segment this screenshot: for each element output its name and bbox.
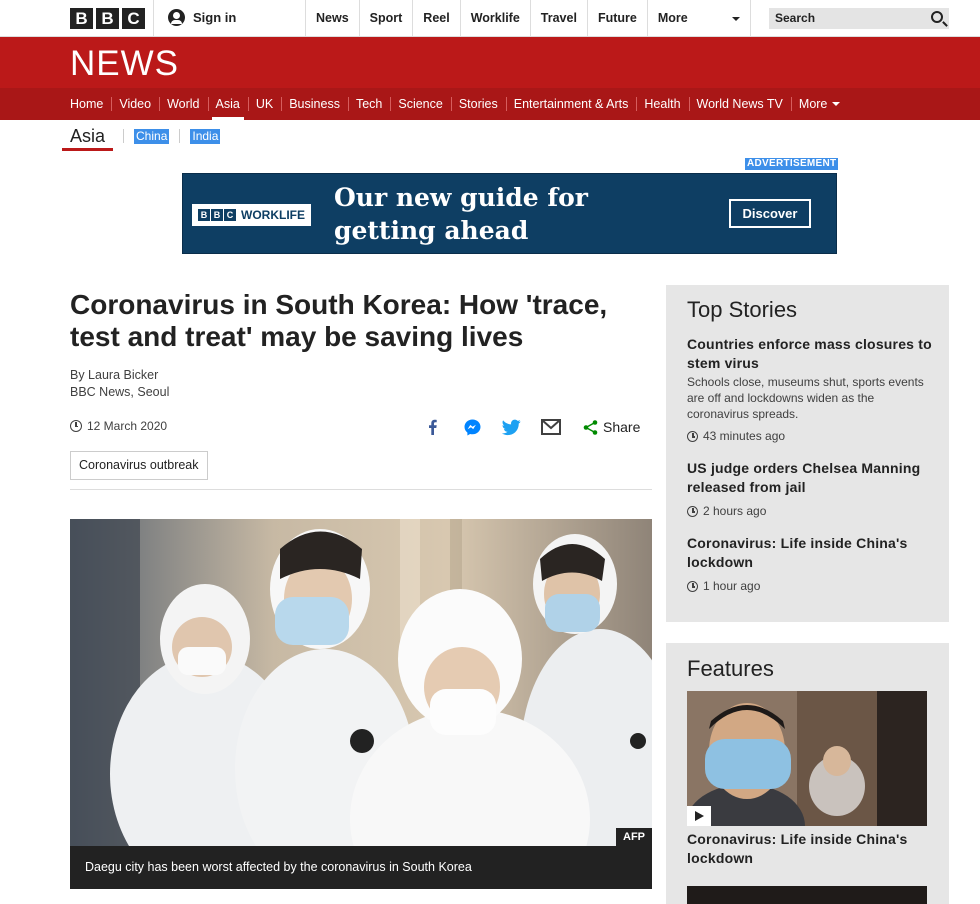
chevron-down-icon	[832, 102, 841, 110]
top-stories-heading: Top Stories	[687, 297, 798, 322]
story-summary: Schools close, museums shut, sports even…	[687, 375, 924, 421]
news-nav-science[interactable]: Science	[390, 88, 450, 120]
clock-icon	[687, 580, 698, 592]
secondary-nav-china[interactable]: China	[134, 128, 170, 144]
story-title[interactable]: US judge orders Chelsea Manning released…	[687, 459, 932, 497]
byline: By Laura Bicker BBC News, Seoul	[70, 367, 169, 401]
story-title[interactable]: Countries enforce mass closures to stem …	[687, 335, 932, 373]
divider	[153, 0, 154, 36]
worklife-logo: B B C WORKLIFE	[192, 204, 311, 226]
topic-tag-button[interactable]: Coronavirus outbreak	[70, 451, 208, 480]
story-timestamp: 2 hours ago	[687, 504, 932, 518]
global-nav-reel[interactable]: Reel	[412, 0, 459, 36]
bbc-logo[interactable]: B B C	[70, 8, 145, 29]
divider	[70, 489, 652, 490]
top-stories-panel: Top Stories Countries enforce mass closu…	[666, 285, 949, 622]
medical-workers-photo	[70, 519, 652, 846]
advertisement-label: ADVERTISEMENT	[745, 158, 839, 170]
account-icon	[168, 9, 185, 26]
twitter-icon	[502, 419, 521, 435]
feature-image[interactable]	[687, 691, 927, 826]
story-timestamp: 1 hour ago	[687, 579, 932, 593]
top-story-item[interactable]: US judge orders Chelsea Manning released…	[687, 459, 932, 518]
news-nav-asia[interactable]: Asia	[207, 88, 248, 120]
news-nav-tech[interactable]: Tech	[347, 88, 390, 120]
clock-icon	[70, 420, 82, 432]
share-email-button[interactable]	[541, 416, 561, 438]
global-nav: News Sport Reel Worklife Travel Future M…	[305, 0, 751, 36]
news-nav-more[interactable]: More	[790, 88, 848, 120]
share-icon	[583, 419, 598, 435]
share-twitter-button[interactable]	[502, 416, 521, 438]
secondary-nav-india[interactable]: India	[190, 128, 221, 144]
share-messenger-button[interactable]	[463, 416, 482, 438]
news-nav-uk[interactable]: UK	[247, 88, 281, 120]
clock-icon	[687, 430, 698, 442]
facebook-icon	[429, 419, 437, 435]
secondary-nav-asia[interactable]: Asia	[62, 120, 114, 152]
features-heading: Features	[687, 656, 774, 681]
search-input[interactable]: Search	[769, 8, 949, 29]
advert-headline: Our new guide for getting ahead	[334, 183, 588, 245]
news-nav-business[interactable]: Business	[281, 88, 348, 120]
article-date: 12 March 2020	[70, 419, 167, 433]
image-credit: AFP	[616, 828, 652, 846]
divider	[179, 129, 181, 143]
top-story-item[interactable]: Countries enforce mass closures to stem …	[687, 335, 932, 443]
news-nav-world-news-tv[interactable]: World News TV	[688, 88, 791, 120]
image-caption: Daegu city has been worst affected by th…	[70, 846, 652, 889]
story-timestamp: 43 minutes ago	[687, 429, 932, 443]
messenger-icon	[464, 419, 481, 435]
global-nav-more[interactable]: More	[646, 0, 751, 36]
article-title: Coronavirus in South Korea: How 'trace, …	[70, 289, 608, 352]
news-nav-entertainment[interactable]: Entertainment & Arts	[505, 88, 637, 120]
share-button[interactable]: Share	[583, 416, 640, 438]
article-lead-image: AFP	[70, 519, 652, 846]
play-icon[interactable]	[687, 806, 711, 826]
author: By Laura Bicker	[70, 368, 159, 382]
news-nav-world[interactable]: World	[159, 88, 207, 120]
news-nav: Home Video World Asia UK Business Tech S…	[0, 88, 980, 120]
story-title[interactable]: Coronavirus: Life inside China's lockdow…	[687, 534, 932, 572]
news-nav-health[interactable]: Health	[636, 88, 688, 120]
divider	[123, 129, 125, 143]
share-facebook-button[interactable]	[424, 416, 442, 438]
discover-button[interactable]: Discover	[729, 199, 811, 228]
news-nav-stories[interactable]: Stories	[450, 88, 506, 120]
email-icon	[541, 419, 561, 435]
author-location: BBC News, Seoul	[70, 385, 170, 399]
news-wordmark[interactable]: NEWS	[70, 44, 179, 84]
clock-icon	[687, 505, 698, 517]
advert-banner[interactable]: B B C WORKLIFE Our new guide for getting…	[182, 173, 837, 254]
news-banner: NEWS	[0, 37, 980, 88]
features-panel: Features Coronavirus: Life inside China'…	[666, 643, 949, 904]
feature-title[interactable]: Coronavirus: Life inside China's lockdow…	[687, 830, 932, 868]
search-icon[interactable]	[931, 11, 943, 23]
global-nav-news[interactable]: News	[305, 0, 359, 36]
global-nav-future[interactable]: Future	[586, 0, 647, 36]
news-nav-video[interactable]: Video	[111, 88, 159, 120]
news-nav-home[interactable]: Home	[62, 88, 111, 120]
global-nav-travel[interactable]: Travel	[529, 0, 587, 36]
feature-image[interactable]	[687, 886, 927, 904]
global-nav-worklife[interactable]: Worklife	[459, 0, 530, 36]
feature-photo	[687, 691, 927, 826]
global-nav-bar: B B C Sign in News Sport Reel Worklife T…	[0, 0, 980, 37]
secondary-nav: Asia China India	[62, 120, 221, 152]
signin-link[interactable]: Sign in	[168, 9, 236, 26]
global-nav-sport[interactable]: Sport	[358, 0, 413, 36]
top-story-item[interactable]: Coronavirus: Life inside China's lockdow…	[687, 534, 932, 593]
